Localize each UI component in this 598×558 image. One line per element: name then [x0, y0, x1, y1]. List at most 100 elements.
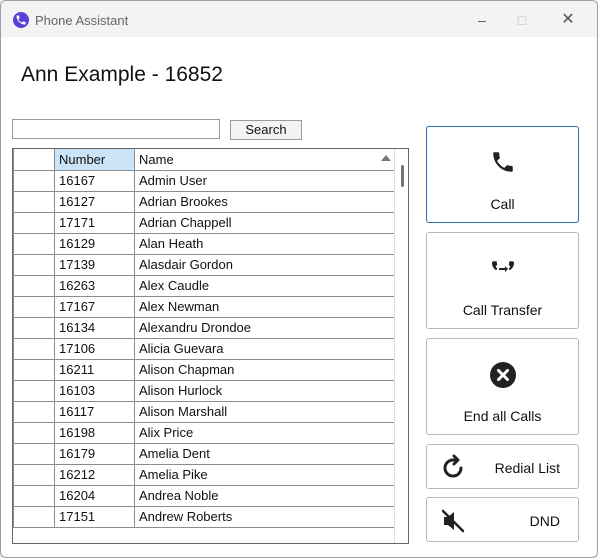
name-cell: Adrian Chappell [134, 211, 395, 234]
row-header-column [13, 149, 55, 171]
call-button[interactable]: Call [426, 126, 579, 223]
row-header-cell[interactable] [13, 190, 55, 213]
mute-icon [439, 507, 467, 540]
table-row[interactable]: 16134 Alexandru Drondoe [13, 316, 395, 339]
row-header-cell[interactable] [13, 505, 55, 528]
number-cell: 17151 [54, 505, 135, 528]
name-cell: Alex Newman [134, 295, 395, 318]
number-cell: 16212 [54, 463, 135, 486]
row-header-cell[interactable] [13, 337, 55, 360]
title-bar: Phone Assistant – □ ✕ [1, 1, 597, 37]
name-cell: Amelia Dent [134, 442, 395, 465]
name-cell: Alison Marshall [134, 400, 395, 423]
redial-list-label: Redial List [494, 460, 560, 476]
heading-separator: - [145, 63, 165, 86]
table-row[interactable]: 17167 Alex Newman [13, 295, 395, 318]
number-cell: 16127 [54, 190, 135, 213]
name-cell: Alex Caudle [134, 274, 395, 297]
row-header-cell[interactable] [13, 442, 55, 465]
app-phone-icon [13, 12, 29, 28]
redial-icon [439, 454, 467, 487]
window-title: Phone Assistant [35, 13, 129, 28]
user-extension: 16852 [164, 63, 223, 86]
phone-icon [427, 149, 578, 180]
maximize-button[interactable]: □ [512, 10, 532, 30]
minimize-button[interactable]: – [472, 10, 492, 30]
row-header-cell[interactable] [13, 211, 55, 234]
table-row[interactable]: 16129 Alan Heath [13, 232, 395, 255]
call-transfer-label: Call Transfer [462, 302, 543, 318]
dnd-button[interactable]: DND [426, 497, 579, 542]
search-button[interactable]: Search [230, 120, 302, 140]
row-header-cell[interactable] [13, 421, 55, 444]
number-cell: 16167 [54, 169, 135, 192]
number-cell: 17171 [54, 211, 135, 234]
number-cell: 16129 [54, 232, 135, 255]
table-header-row: Number Name [13, 149, 395, 171]
row-header-cell[interactable] [13, 379, 55, 402]
number-cell: 17139 [54, 253, 135, 276]
search-input[interactable] [12, 119, 220, 139]
number-cell: 16179 [54, 442, 135, 465]
number-cell: 16117 [54, 400, 135, 423]
table-body: 16167 Admin User 16127 Adrian Brookes 17171 A… [13, 169, 395, 528]
row-header-cell[interactable] [13, 400, 55, 423]
sort-ascending-icon [381, 155, 391, 161]
row-header-cell[interactable] [13, 316, 55, 339]
number-cell: 17106 [54, 337, 135, 360]
table-row[interactable]: 16179 Amelia Dent [13, 442, 395, 465]
name-cell: Adrian Brookes [134, 190, 395, 213]
table-row[interactable]: 16198 Alix Price [13, 421, 395, 444]
table-row[interactable]: 17106 Alicia Guevara [13, 337, 395, 360]
name-cell: Alison Chapman [134, 358, 395, 381]
row-header-cell[interactable] [13, 484, 55, 507]
call-transfer-button[interactable]: Call Transfer [426, 232, 579, 329]
name-cell: Amelia Pike [134, 463, 395, 486]
row-header-cell[interactable] [13, 274, 55, 297]
row-header-cell[interactable] [13, 358, 55, 381]
transfer-icon [427, 257, 578, 286]
table-row[interactable]: 17139 Alasdair Gordon [13, 253, 395, 276]
table-row[interactable]: 16127 Adrian Brookes [13, 190, 395, 213]
number-column-header[interactable]: Number [54, 149, 135, 171]
row-header-cell[interactable] [13, 253, 55, 276]
table-scrollbar[interactable] [394, 149, 408, 543]
close-button[interactable]: ✕ [558, 10, 578, 30]
dnd-label: DND [529, 513, 560, 529]
name-cell: Andrea Noble [134, 484, 395, 507]
table-row[interactable]: 16212 Amelia Pike [13, 463, 395, 486]
user-heading: Ann Example - 16852 [21, 63, 223, 87]
end-all-calls-label: End all Calls [463, 408, 542, 424]
table-row[interactable]: 16211 Alison Chapman [13, 358, 395, 381]
name-cell: Andrew Roberts [134, 505, 395, 528]
app-window: Phone Assistant – □ ✕ Ann Example - 1685… [0, 0, 598, 558]
table-row[interactable]: 16117 Alison Marshall [13, 400, 395, 423]
table-row[interactable]: 17151 Andrew Roberts [13, 505, 395, 528]
table-row[interactable]: 16263 Alex Caudle [13, 274, 395, 297]
number-cell: 16263 [54, 274, 135, 297]
number-cell: 16204 [54, 484, 135, 507]
table-row[interactable]: 16167 Admin User [13, 169, 395, 192]
directory-table[interactable]: Number Name 16167 Admin User 16127 Adrian B… [12, 148, 409, 544]
number-cell: 16211 [54, 358, 135, 381]
table-row[interactable]: 16103 Alison Hurlock [13, 379, 395, 402]
row-header-cell[interactable] [13, 232, 55, 255]
name-cell: Alix Price [134, 421, 395, 444]
call-label: Call [490, 196, 515, 212]
table-row[interactable]: 17171 Adrian Chappell [13, 211, 395, 234]
user-name: Ann Example [21, 63, 146, 86]
row-header-cell[interactable] [13, 169, 55, 192]
redial-list-button[interactable]: Redial List [426, 444, 579, 489]
name-cell: Alison Hurlock [134, 379, 395, 402]
row-header-cell[interactable] [13, 463, 55, 486]
row-header-cell[interactable] [13, 295, 55, 318]
number-cell: 17167 [54, 295, 135, 318]
end-all-calls-button[interactable]: End all Calls [426, 338, 579, 435]
name-column-header[interactable]: Name [134, 149, 395, 171]
table-row[interactable]: 16204 Andrea Noble [13, 484, 395, 507]
name-cell: Alasdair Gordon [134, 253, 395, 276]
name-cell: Alexandru Drondoe [134, 316, 395, 339]
number-cell: 16198 [54, 421, 135, 444]
name-cell: Admin User [134, 169, 395, 192]
scrollbar-thumb[interactable] [401, 165, 404, 187]
